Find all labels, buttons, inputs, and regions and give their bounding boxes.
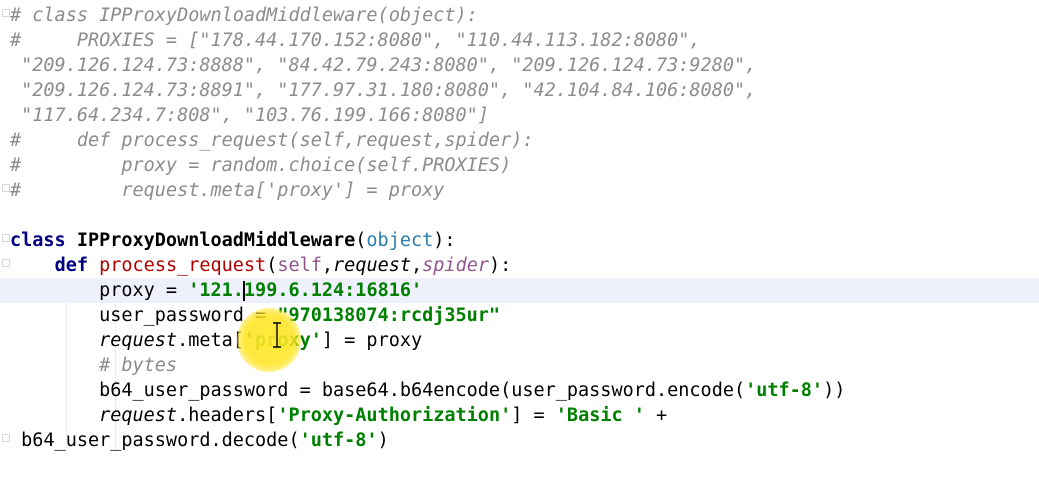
code-token: # proxy = random.choice(self.PROXIES)	[10, 155, 512, 176]
code-token: .meta[	[177, 330, 244, 351]
code-token: +	[644, 405, 668, 426]
code-token: '121.	[188, 280, 244, 301]
code-line[interactable]: "209.126.124.73:8888", "84.42.79.243:808…	[0, 53, 756, 78]
code-token: def	[54, 255, 100, 276]
code-line[interactable]: "209.126.124.73:8891", "177.97.31.180:80…	[0, 78, 756, 103]
code-line[interactable]	[0, 203, 10, 228]
code-token: ] =	[511, 405, 556, 426]
code-token: "117.64.234.7:808", "103.76.199.166:8080…	[10, 105, 489, 126]
code-token: 'Proxy-Authorization'	[277, 405, 512, 426]
code-token: ):	[488, 255, 512, 276]
code-token: proxy =	[10, 280, 189, 301]
code-token: "209.126.124.73:8888", "84.42.79.243:808…	[10, 55, 757, 76]
code-line[interactable]: b64_user_password.decode('utf-8')	[0, 428, 389, 453]
code-line[interactable]: # request.meta['proxy'] = proxy	[0, 178, 444, 203]
code-token: # class IPProxyDownloadMiddleware(object…	[10, 5, 478, 26]
code-token: IPProxyDownloadMiddleware	[76, 230, 356, 251]
code-line[interactable]: # proxy = random.choice(self.PROXIES)	[0, 153, 511, 178]
code-token: )	[377, 430, 389, 451]
code-token: (	[355, 230, 367, 251]
code-token: (	[266, 255, 278, 276]
code-line[interactable]: user_password = "970138074:rcdj35ur"	[0, 303, 500, 328]
code-token: ):	[433, 230, 456, 251]
code-token: request	[99, 330, 178, 351]
code-token: # PROXIES = ["178.44.170.152:8080", "110…	[10, 30, 701, 51]
code-token: 'Basic '	[555, 405, 645, 426]
code-token: user_password =	[10, 305, 278, 326]
code-token: # request.meta['proxy'] = proxy	[10, 180, 445, 201]
code-token: request	[333, 255, 412, 276]
code-token: request	[99, 405, 178, 426]
code-token: self	[277, 255, 322, 276]
code-line[interactable]: "117.64.234.7:808", "103.76.199.166:8080…	[0, 103, 489, 128]
code-token: 'proxy'	[243, 330, 322, 351]
code-token: ,	[411, 255, 423, 276]
code-token: .headers[	[177, 405, 278, 426]
code-token: class	[10, 230, 77, 251]
code-line[interactable]: b64_user_password = base64.b64encode(use…	[0, 378, 845, 403]
code-token: spider	[422, 255, 489, 276]
code-token: ] = proxy	[321, 330, 423, 351]
code-line[interactable]: request.headers['Proxy-Authorization'] =…	[0, 403, 667, 428]
code-line[interactable]: proxy = '121.199.6.124:16816'	[0, 278, 1039, 303]
code-token: 'utf-8'	[299, 430, 378, 451]
code-token: # def process_request(self,request,spide…	[10, 130, 534, 151]
code-token: ,	[321, 255, 334, 276]
code-token: 'utf-8'	[745, 380, 824, 401]
code-token: # bytes	[10, 355, 178, 376]
code-editor[interactable]: # class IPProxyDownloadMiddleware(object…	[0, 0, 1039, 478]
code-line[interactable]: # PROXIES = ["178.44.170.152:8080", "110…	[0, 28, 701, 53]
code-token: b64_user_password.decode(	[10, 430, 300, 451]
code-line[interactable]: # bytes	[0, 353, 177, 378]
code-token: object	[366, 230, 434, 251]
code-line[interactable]: request.meta['proxy'] = proxy	[0, 328, 422, 353]
code-line[interactable]: # class IPProxyDownloadMiddleware(object…	[0, 3, 478, 28]
code-token: process_request	[99, 255, 267, 276]
code-line[interactable]: # def process_request(self,request,spide…	[0, 128, 533, 153]
code-token: "970138074:rcdj35ur"	[277, 305, 501, 326]
code-line[interactable]: def process_request(self,request,spider)…	[0, 253, 512, 278]
code-token: "209.126.124.73:8891", "177.97.31.180:80…	[10, 80, 757, 101]
code-token: 199.6.124:16816'	[243, 280, 423, 301]
code-line[interactable]: class IPProxyDownloadMiddleware(object):	[0, 228, 456, 253]
code-token: ))	[823, 380, 846, 401]
code-token: b64_user_password = base64.b64encode(use…	[10, 380, 746, 401]
